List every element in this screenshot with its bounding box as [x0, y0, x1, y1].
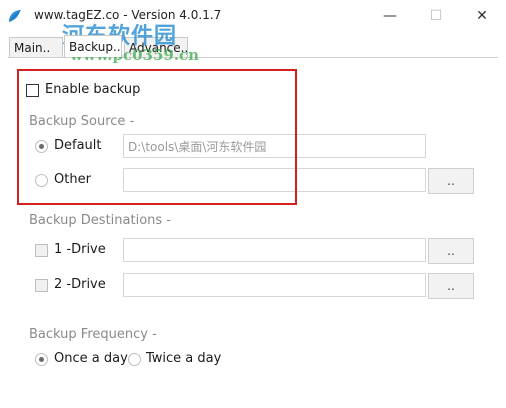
once-a-day-label: Once a day: [54, 351, 128, 366]
tab-backup[interactable]: Backup..: [64, 35, 122, 57]
twice-a-day-label: Twice a day: [146, 351, 222, 366]
minimize-button[interactable]: —: [367, 0, 413, 32]
drive2-browse-button[interactable]: ..: [428, 273, 474, 299]
tab-backup-label: Backup..: [69, 39, 121, 54]
backup-destinations-heading: Backup Destinations -: [29, 213, 171, 228]
drive1-label: 1 -Drive: [54, 242, 106, 257]
close-icon: ✕: [476, 8, 488, 24]
close-button[interactable]: ✕: [459, 0, 505, 32]
minimize-icon: —: [383, 8, 397, 24]
tab-main-label: Main..: [14, 40, 51, 55]
highlight-box: [17, 69, 297, 205]
app-logo-icon: [9, 10, 21, 22]
backup-frequency-heading: Backup Frequency -: [29, 327, 157, 342]
maximize-button[interactable]: ☐: [413, 0, 459, 32]
twice-a-day-radio[interactable]: [128, 353, 141, 366]
drive2-checkbox[interactable]: [35, 279, 48, 292]
drive1-browse-button[interactable]: ..: [428, 238, 474, 264]
tab-main[interactable]: Main..: [9, 37, 63, 57]
once-a-day-radio[interactable]: [35, 353, 48, 366]
drive1-path-field[interactable]: [123, 238, 426, 262]
drive2-label: 2 -Drive: [54, 277, 106, 292]
other-source-browse-button[interactable]: ..: [428, 168, 474, 194]
maximize-icon: ☐: [429, 8, 443, 24]
drive1-checkbox[interactable]: [35, 244, 48, 257]
drive2-path-field[interactable]: [123, 273, 426, 297]
